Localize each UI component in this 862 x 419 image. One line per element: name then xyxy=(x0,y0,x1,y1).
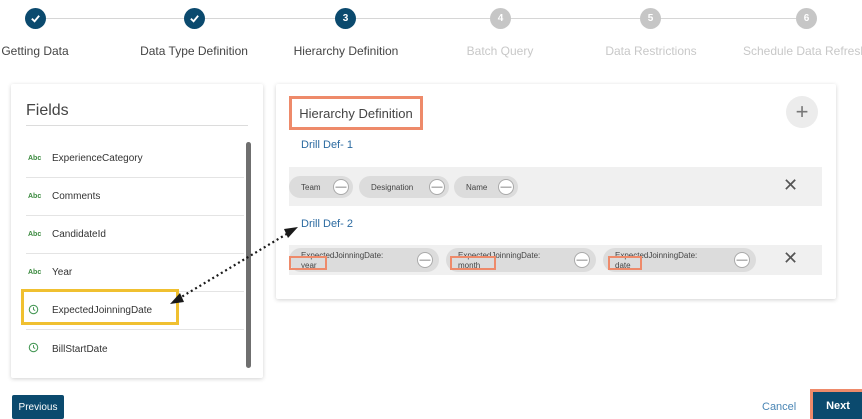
drag-relation-arrow-icon xyxy=(170,227,298,304)
next-button[interactable]: Next xyxy=(810,389,862,419)
cancel-link[interactable]: Cancel xyxy=(762,401,796,413)
previous-button[interactable]: Previous xyxy=(12,395,64,419)
